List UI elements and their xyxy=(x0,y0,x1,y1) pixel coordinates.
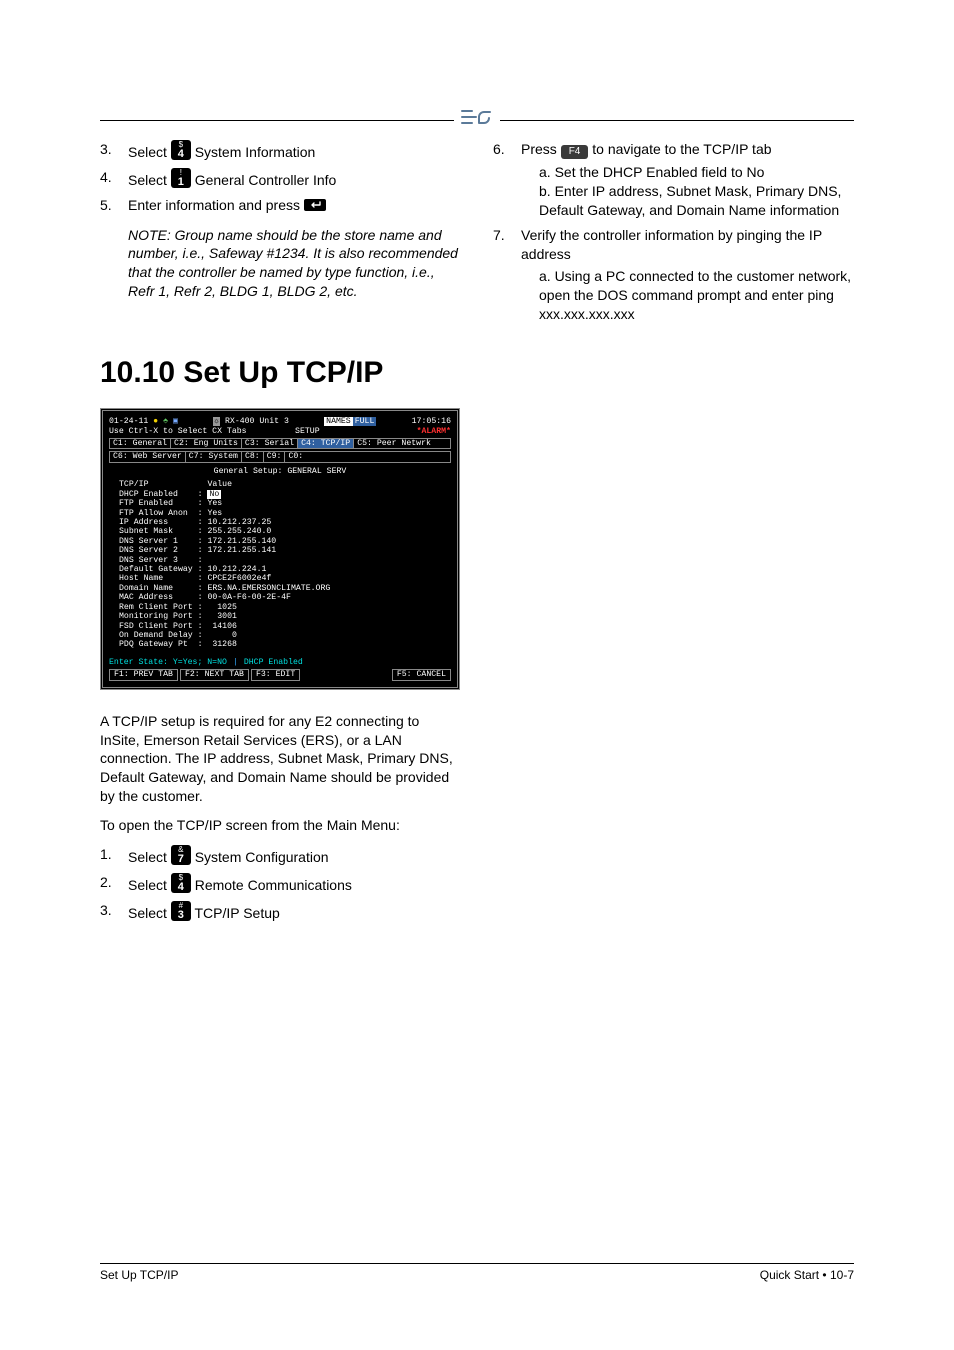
enter-key-icon xyxy=(304,197,326,216)
section-heading: 10.10 Set Up TCP/IP xyxy=(100,356,854,390)
key-f4: F4 xyxy=(561,145,589,159)
body-paragraph: A TCP/IP setup is required for any E2 co… xyxy=(100,712,460,806)
key-1: !1 xyxy=(171,168,191,188)
key-4: $4 xyxy=(171,873,191,893)
key-4: $4 xyxy=(171,140,191,160)
step-number: 4. xyxy=(100,168,128,190)
substep: a. Set the DHCP Enabled field to No xyxy=(539,163,854,182)
step-text: Select #3 TCP/IP Setup xyxy=(128,901,460,923)
note: NOTE: Group name should be the store nam… xyxy=(128,226,461,302)
step-number: 1. xyxy=(100,845,128,867)
key-3: #3 xyxy=(171,901,191,921)
step-number: 6. xyxy=(493,140,521,220)
step-text: Select !1 General Controller Info xyxy=(128,168,461,190)
step-number: 5. xyxy=(100,196,128,216)
step-number: 3. xyxy=(100,140,128,162)
header-logo xyxy=(454,108,500,126)
substep: a. Using a PC connected to the customer … xyxy=(539,267,854,324)
step-number: 2. xyxy=(100,873,128,895)
step-text: Enter information and press xyxy=(128,196,461,216)
substep: b. Enter IP address, Subnet Mask, Primar… xyxy=(539,182,854,220)
step-text: Verify the controller information by pin… xyxy=(521,226,854,324)
footer-right: Quick Start • 10-7 xyxy=(760,1268,854,1282)
tcpip-setup-screenshot: 01-24-11 ● ⬘ ▣ ☼ RX-400 Unit 3 NAMESFULL… xyxy=(100,408,460,690)
step-text: Press F4 to navigate to the TCP/IP tab a… xyxy=(521,140,854,220)
step-number: 3. xyxy=(100,901,128,923)
step-text: Select &7 System Configuration xyxy=(128,845,460,867)
step-text: Select $4 Remote Communications xyxy=(128,873,460,895)
footer-left: Set Up TCP/IP xyxy=(100,1268,178,1282)
step-number: 7. xyxy=(493,226,521,324)
step-text: Select $4 System Information xyxy=(128,140,461,162)
key-7: &7 xyxy=(171,845,191,865)
body-paragraph: To open the TCP/IP screen from the Main … xyxy=(100,816,460,835)
